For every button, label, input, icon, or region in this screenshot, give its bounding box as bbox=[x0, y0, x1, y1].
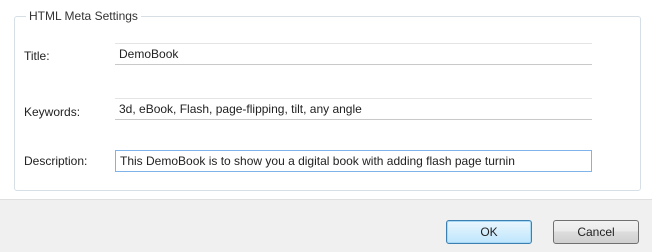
keywords-input[interactable]: 3d, eBook, Flash, page-flipping, tilt, a… bbox=[115, 98, 592, 120]
description-label: Description: bbox=[24, 154, 88, 168]
cancel-button[interactable]: Cancel bbox=[553, 220, 639, 244]
ok-button[interactable]: OK bbox=[446, 220, 532, 244]
description-input[interactable]: This DemoBook is to show you a digital b… bbox=[115, 150, 592, 172]
group-title: HTML Meta Settings bbox=[26, 8, 141, 24]
keywords-label: Keywords: bbox=[24, 105, 81, 119]
title-label: Title: bbox=[24, 49, 50, 63]
title-input[interactable]: DemoBook bbox=[115, 43, 592, 65]
